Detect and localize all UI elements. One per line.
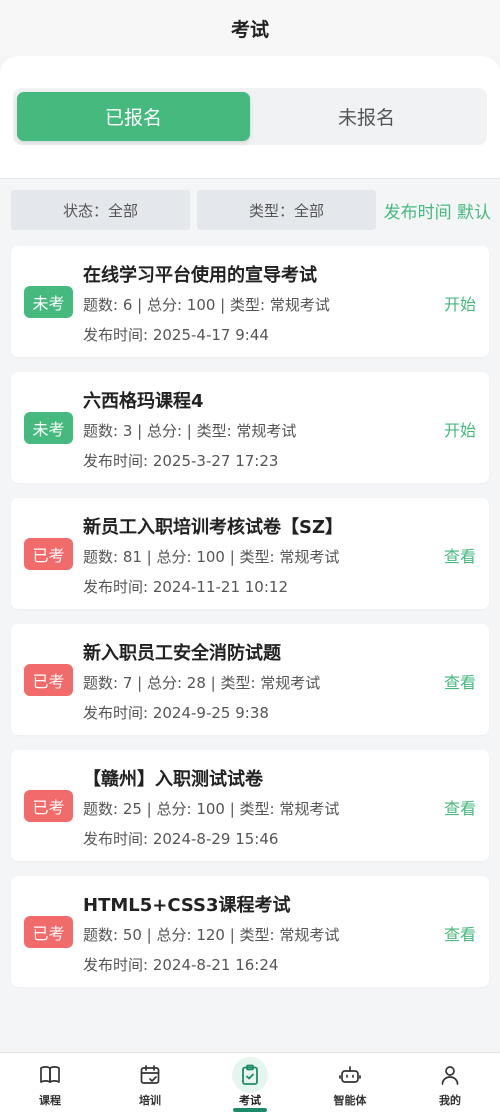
nav-item-training[interactable]: 培训 bbox=[100, 1053, 200, 1114]
active-indicator bbox=[233, 1108, 267, 1112]
nav-label: 考试 bbox=[239, 1094, 261, 1107]
status-badge: 已考 bbox=[24, 790, 73, 822]
nav-label: 培训 bbox=[139, 1094, 161, 1107]
view-button[interactable]: 查看 bbox=[444, 543, 476, 567]
exam-publish-time: 发布时间: 2025-4-17 9:44 bbox=[83, 326, 269, 344]
exam-meta: 题数: 6 | 总分: 100 | 类型: 常规考试 bbox=[83, 296, 330, 314]
exam-meta: 题数: 25 | 总分: 100 | 类型: 常规考试 bbox=[83, 800, 340, 818]
start-button[interactable]: 开始 bbox=[444, 417, 476, 441]
exam-meta: 题数: 3 | 总分: | 类型: 常规考试 bbox=[83, 422, 297, 440]
exam-title: 【赣州】入职测试试卷 bbox=[83, 769, 263, 790]
status-badge: 已考 bbox=[24, 916, 73, 948]
status-badge: 已考 bbox=[24, 538, 73, 570]
nav-item-exams[interactable]: 考试 bbox=[200, 1053, 300, 1114]
exam-title: 新员工入职培训考核试卷【SZ】 bbox=[83, 517, 344, 538]
page-title: 考试 bbox=[230, 18, 269, 41]
exam-meta: 题数: 7 | 总分: 28 | 类型: 常规考试 bbox=[83, 674, 321, 692]
exam-publish-time: 发布时间: 2024-8-29 15:46 bbox=[83, 830, 279, 848]
nav-label: 课程 bbox=[39, 1094, 61, 1107]
registration-tabs: 已报名 未报名 bbox=[13, 88, 487, 145]
book-icon bbox=[32, 1057, 68, 1093]
start-button[interactable]: 开始 bbox=[444, 291, 476, 315]
exam-card[interactable]: 已考 HTML5+CSS3课程考试 题数: 50 | 总分: 120 | 类型:… bbox=[11, 876, 489, 987]
exam-card[interactable]: 未考 在线学习平台使用的宣导考试 题数: 6 | 总分: 100 | 类型: 常… bbox=[11, 246, 489, 357]
page-header: 考试 bbox=[0, 0, 500, 56]
exam-meta: 题数: 81 | 总分: 100 | 类型: 常规考试 bbox=[83, 548, 340, 566]
exam-title: HTML5+CSS3课程考试 bbox=[83, 895, 291, 916]
exam-meta: 题数: 50 | 总分: 120 | 类型: 常规考试 bbox=[83, 926, 340, 944]
view-button[interactable]: 查看 bbox=[444, 795, 476, 819]
user-icon bbox=[432, 1057, 468, 1093]
exam-list: 未考 在线学习平台使用的宣导考试 题数: 6 | 总分: 100 | 类型: 常… bbox=[11, 246, 489, 1002]
exam-publish-time: 发布时间: 2024-11-21 10:12 bbox=[83, 578, 288, 596]
tab-registered[interactable]: 已报名 bbox=[17, 92, 250, 141]
nav-label: 我的 bbox=[439, 1094, 461, 1107]
exam-card[interactable]: 已考 【赣州】入职测试试卷 题数: 25 | 总分: 100 | 类型: 常规考… bbox=[11, 750, 489, 861]
calendar-check-icon bbox=[132, 1057, 168, 1093]
exam-card[interactable]: 已考 新入职员工安全消防试题 题数: 7 | 总分: 28 | 类型: 常规考试… bbox=[11, 624, 489, 735]
exam-publish-time: 发布时间: 2024-9-25 9:38 bbox=[83, 704, 269, 722]
nav-item-agent[interactable]: 智能体 bbox=[300, 1053, 400, 1114]
filter-bar: 状态：全部 类型：全部 发布时间 默认 bbox=[11, 190, 491, 230]
status-badge: 未考 bbox=[24, 412, 73, 444]
tabs-panel: 已报名 未报名 bbox=[0, 56, 500, 179]
tab-unregistered[interactable]: 未报名 bbox=[250, 92, 483, 141]
status-badge: 未考 bbox=[24, 286, 73, 318]
view-button[interactable]: 查看 bbox=[444, 921, 476, 945]
exam-title: 六西格玛课程4 bbox=[83, 391, 204, 412]
exam-card[interactable]: 未考 六西格玛课程4 题数: 3 | 总分: | 类型: 常规考试 发布时间: … bbox=[11, 372, 489, 483]
view-button[interactable]: 查看 bbox=[444, 669, 476, 693]
status-badge: 已考 bbox=[24, 664, 73, 696]
exam-title: 新入职员工安全消防试题 bbox=[83, 643, 281, 664]
bottom-nav: 课程 培训 考试 智能体 我的 bbox=[0, 1052, 500, 1114]
exam-publish-time: 发布时间: 2025-3-27 17:23 bbox=[83, 452, 279, 470]
type-filter[interactable]: 类型：全部 bbox=[197, 190, 376, 230]
nav-item-courses[interactable]: 课程 bbox=[0, 1053, 100, 1114]
sort-toggle[interactable]: 发布时间 默认 bbox=[384, 198, 491, 223]
robot-icon bbox=[332, 1057, 368, 1093]
exam-title: 在线学习平台使用的宣导考试 bbox=[83, 265, 317, 286]
clipboard-check-icon bbox=[232, 1057, 268, 1093]
status-filter[interactable]: 状态：全部 bbox=[11, 190, 190, 230]
nav-item-profile[interactable]: 我的 bbox=[400, 1053, 500, 1114]
exam-card[interactable]: 已考 新员工入职培训考核试卷【SZ】 题数: 81 | 总分: 100 | 类型… bbox=[11, 498, 489, 609]
exam-publish-time: 发布时间: 2024-8-21 16:24 bbox=[83, 956, 279, 974]
nav-label: 智能体 bbox=[333, 1094, 367, 1107]
